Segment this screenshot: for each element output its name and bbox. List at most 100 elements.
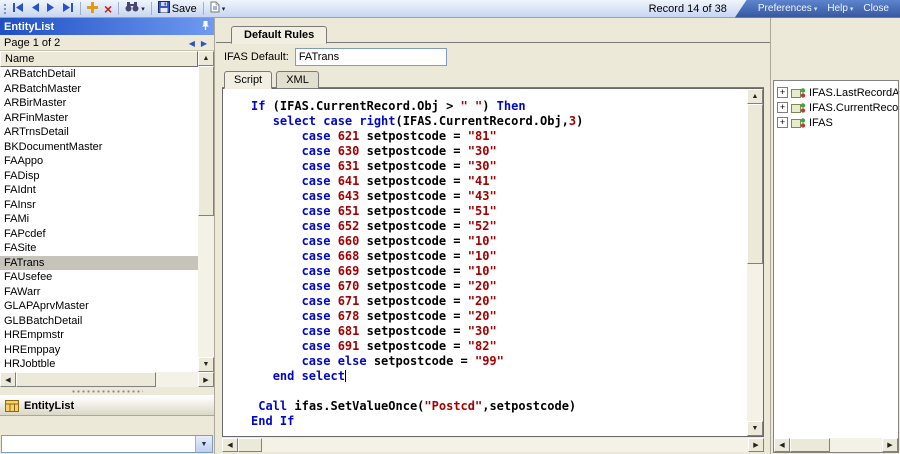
scrollbar-thumb[interactable] (747, 104, 763, 264)
code-line: case 652 setpostcode = "52" (251, 219, 747, 234)
document-menu-button[interactable]: ▾ (207, 1, 229, 17)
list-item[interactable]: ARTrnsDetail (0, 125, 198, 140)
expand-plus-icon[interactable]: + (777, 102, 788, 113)
menu-item-close[interactable]: Close (858, 3, 894, 14)
next-record-button[interactable] (43, 1, 58, 17)
list-item[interactable]: FAWarr (0, 285, 198, 300)
scrollbar-track[interactable] (156, 372, 198, 387)
editor-vertical-scrollbar[interactable]: ▲ ▼ (747, 89, 763, 436)
scrollbar-track[interactable] (262, 438, 748, 452)
entitylist-icon (5, 400, 19, 412)
list-item[interactable]: ARBirMaster (0, 96, 198, 111)
tree-item[interactable]: +IFAS.CurrentRecord (774, 100, 898, 115)
first-record-button[interactable] (9, 1, 28, 17)
scrollbar-thumb[interactable] (238, 438, 262, 452)
ifas-default-input[interactable] (295, 48, 447, 66)
object-tree-panel: + IFAS.LastRecordAdd+IFAS.CurrentRecord+I… (770, 18, 900, 454)
list-item[interactable]: GLAPAprvMaster (0, 299, 198, 314)
up-arrow-icon: ▲ (752, 93, 759, 100)
splitter-grip-icon (71, 390, 143, 393)
bottom-combobox[interactable]: ▼ (1, 435, 213, 453)
list-item[interactable]: ARBatchMaster (0, 82, 198, 97)
scroll-left-button[interactable]: ◀ (0, 372, 16, 387)
entity-list-panel-header: EntityList (0, 18, 214, 35)
list-item[interactable]: FATrans (0, 256, 198, 271)
scroll-right-button[interactable]: ▶ (882, 438, 898, 452)
panel-splitter[interactable] (0, 387, 214, 395)
code-line: case 681 setpostcode = "30" (251, 324, 747, 339)
expand-plus-icon[interactable]: + (777, 87, 788, 98)
list-item[interactable]: FADisp (0, 169, 198, 184)
scrollbar-thumb[interactable] (790, 438, 830, 452)
scrollbar-track[interactable] (747, 264, 763, 421)
pager-label: Page 1 of 2 (4, 37, 60, 49)
scrollbar-track[interactable] (830, 438, 882, 452)
list-item[interactable]: FAPcdef (0, 227, 198, 242)
code-line: case 651 setpostcode = "51" (251, 204, 747, 219)
tree-item[interactable]: +IFAS (774, 115, 898, 130)
previous-page-button[interactable]: ◀ (186, 39, 198, 48)
list-item[interactable]: GLBBatchDetail (0, 314, 198, 329)
scrollbar-track[interactable] (198, 216, 214, 357)
scroll-up-button[interactable]: ▲ (747, 89, 763, 104)
list-item[interactable]: FAInsr (0, 198, 198, 213)
save-button[interactable]: Save (155, 1, 200, 17)
tree-horizontal-scrollbar[interactable]: ◀ ▶ (774, 438, 898, 452)
list-item[interactable]: ARBatchDetail (0, 67, 198, 82)
panel-title: EntityList (4, 21, 54, 33)
list-item[interactable]: FAIdnt (0, 183, 198, 198)
add-record-button[interactable] (84, 1, 101, 17)
entity-list-horizontal-scrollbar[interactable]: ◀ ▶ (0, 372, 214, 387)
list-item[interactable]: ARFinMaster (0, 111, 198, 126)
next-page-button[interactable]: ▶ (198, 39, 210, 48)
scroll-left-button[interactable]: ◀ (774, 438, 790, 452)
menu-item-help[interactable]: Help▾ (822, 3, 858, 14)
combobox-value[interactable] (2, 436, 195, 452)
last-record-button[interactable] (58, 1, 77, 17)
column-header-name[interactable]: Name (0, 51, 198, 67)
tab-default-rules[interactable]: Default Rules (231, 26, 327, 44)
toolbar-grip[interactable] (2, 2, 7, 16)
pin-icon[interactable] (201, 20, 210, 34)
code-line: If (IFAS.CurrentRecord.Obj > " ") Then (251, 99, 747, 114)
scroll-right-button[interactable]: ▶ (198, 372, 214, 387)
right-arrow-icon: ▶ (887, 441, 892, 449)
editor-horizontal-scrollbar[interactable]: ◀ ▶ (222, 438, 764, 452)
scroll-down-button[interactable]: ▼ (747, 421, 763, 436)
tab-script[interactable]: Script (224, 71, 272, 89)
code-line: case 660 setpostcode = "10" (251, 234, 747, 249)
list-item[interactable]: HREmpmstr (0, 328, 198, 343)
expand-plus-icon[interactable]: + (777, 117, 788, 128)
tree-item-label: IFAS.LastRecordAdd (809, 87, 898, 99)
combobox-dropdown-button[interactable]: ▼ (195, 436, 212, 452)
tab-xml[interactable]: XML (276, 71, 319, 89)
right-arrow-icon: ▶ (753, 441, 758, 449)
list-item[interactable]: HREmppay (0, 343, 198, 358)
list-item[interactable]: FAMi (0, 212, 198, 227)
menu-item-label: Preferences (758, 3, 812, 14)
chevron-down-icon: ▾ (222, 5, 226, 13)
list-item[interactable]: FAUsefee (0, 270, 198, 285)
tree-item[interactable]: + IFAS.LastRecordAdd (774, 85, 898, 100)
scrollbar-thumb[interactable] (16, 372, 156, 387)
scrollbar-thumb[interactable] (198, 66, 214, 216)
object-icon (791, 102, 806, 113)
scroll-down-button[interactable]: ▼ (198, 357, 214, 372)
list-item[interactable]: FAAppo (0, 154, 198, 169)
menu-item-preferences[interactable]: Preferences▾ (753, 3, 822, 14)
list-item[interactable]: HRJobtble (0, 357, 198, 372)
code-line: case 641 setpostcode = "41" (251, 174, 747, 189)
sidebar-section-entitylist[interactable]: EntityList (0, 395, 214, 416)
code-line: case 668 setpostcode = "10" (251, 249, 747, 264)
scroll-up-button[interactable]: ▲ (198, 51, 214, 66)
scroll-right-button[interactable]: ▶ (748, 438, 764, 452)
find-button[interactable]: ▾ (122, 1, 148, 17)
delete-record-button[interactable]: × (101, 1, 115, 17)
entity-list-vertical-scrollbar[interactable]: ▲ ▼ (198, 51, 214, 372)
scroll-left-button[interactable]: ◀ (222, 438, 238, 452)
previous-record-button[interactable] (28, 1, 43, 17)
list-item[interactable]: BKDocumentMaster (0, 140, 198, 155)
list-item[interactable]: FASite (0, 241, 198, 256)
code-editor[interactable]: If (IFAS.CurrentRecord.Obj > " ") Then s… (223, 89, 747, 436)
up-arrow-icon: ▲ (203, 55, 210, 62)
